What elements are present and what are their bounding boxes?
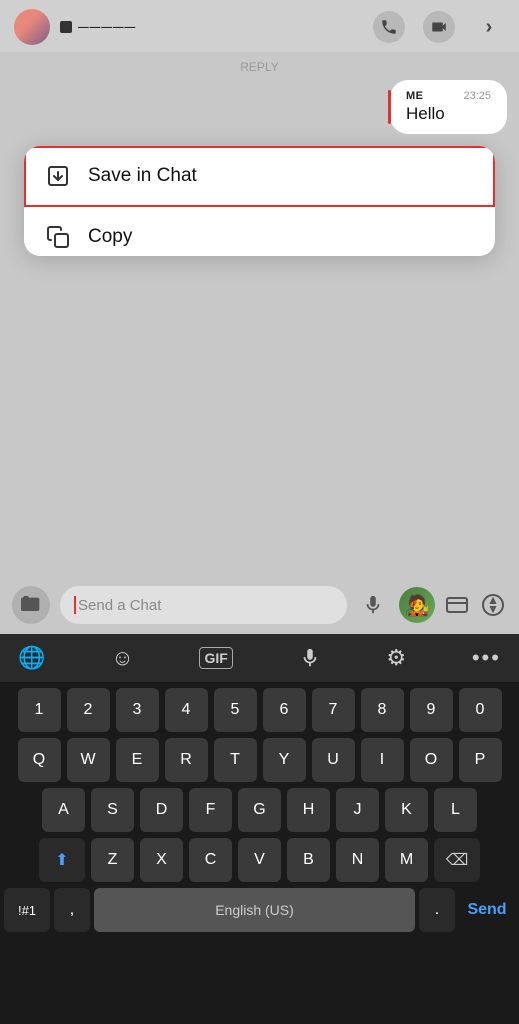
key-1[interactable]: 1 [18,688,61,732]
username-icon [60,21,72,33]
copy-icon [44,223,72,251]
right-icons: 🧑‍🎤 [399,587,507,623]
key-g[interactable]: G [238,788,281,832]
key-a[interactable]: A [42,788,85,832]
chat-area: REPLY ME 23:25 Hello Save in Chat [0,52,519,272]
message-meta: ME 23:25 [406,90,491,102]
kb-mic-icon[interactable] [299,647,321,669]
zxcv-row: ⬆ Z X C V B N M ⌫ [4,838,515,882]
key-y[interactable]: Y [263,738,306,782]
key-c[interactable]: C [189,838,232,882]
top-bar-left: ───── [14,9,136,45]
key-b[interactable]: B [287,838,330,882]
key-v[interactable]: V [238,838,281,882]
reply-label: REPLY [12,60,507,74]
cursor [74,596,76,614]
context-menu-item-save-in-chat[interactable]: Save in Chat [24,146,495,207]
context-menu: Save in Chat Copy [24,146,495,256]
key-q[interactable]: Q [18,738,61,782]
key-i[interactable]: I [361,738,404,782]
comma-key[interactable]: , [54,888,90,932]
key-x[interactable]: X [140,838,183,882]
settings-icon[interactable]: ⚙ [386,645,406,671]
mic-button[interactable] [357,589,389,621]
key-o[interactable]: O [410,738,453,782]
bitmoji-button[interactable]: 🧑‍🎤 [399,587,435,623]
key-5[interactable]: 5 [214,688,257,732]
sym-key[interactable]: !#1 [4,888,50,932]
key-h[interactable]: H [287,788,330,832]
gif-icon[interactable]: GIF [199,647,232,669]
key-u[interactable]: U [312,738,355,782]
save-in-chat-icon [44,162,72,190]
number-row: 1 2 3 4 5 6 7 8 9 0 [4,688,515,732]
message-accent-bar [388,90,391,124]
key-6[interactable]: 6 [263,688,306,732]
key-k[interactable]: K [385,788,428,832]
key-9[interactable]: 9 [410,688,453,732]
key-l[interactable]: L [434,788,477,832]
input-bar: Send a Chat 🧑‍🎤 [0,576,519,634]
save-in-chat-label: Save in Chat [88,165,197,187]
more-icon[interactable]: ••• [472,645,501,671]
top-bar: ───── › [0,0,519,52]
shift-key[interactable]: ⬆ [39,838,85,882]
username-block: ───── [60,19,136,36]
context-menu-item-copy[interactable]: Copy [24,207,495,256]
phone-button[interactable] [373,11,405,43]
card-button[interactable] [443,591,471,619]
camera-button[interactable] [12,586,50,624]
key-d[interactable]: D [140,788,183,832]
keyboard-toolbar: 🌐 ☺ GIF ⚙ ••• [0,634,519,682]
key-3[interactable]: 3 [116,688,159,732]
key-2[interactable]: 2 [67,688,110,732]
key-0[interactable]: 0 [459,688,502,732]
username-text: ───── [78,19,136,36]
key-w[interactable]: W [67,738,110,782]
rocket-button[interactable] [479,591,507,619]
top-bar-right: › [373,11,505,43]
chevron-button[interactable]: › [473,11,505,43]
avatar[interactable] [14,9,50,45]
key-f[interactable]: F [189,788,232,832]
message-bubble: ME 23:25 Hello [390,80,507,134]
qwerty-row: Q W E R T Y U I O P [4,738,515,782]
key-s[interactable]: S [91,788,134,832]
key-p[interactable]: P [459,738,502,782]
key-n[interactable]: N [336,838,379,882]
emoji-icon[interactable]: 🌐 [18,645,45,671]
space-key[interactable]: English (US) [94,888,415,932]
message-text: Hello [406,104,491,124]
chat-placeholder: Send a Chat [78,597,161,614]
chevron-icon: › [486,16,493,39]
keyboard: 🌐 ☺ GIF ⚙ ••• 1 2 3 4 5 6 7 8 9 0 Q W E [0,634,519,1024]
key-t[interactable]: T [214,738,257,782]
smiley-icon[interactable]: ☺ [111,645,133,671]
message-container: ME 23:25 Hello [12,80,507,134]
video-button[interactable] [423,11,455,43]
message-time: 23:25 [463,90,491,102]
chat-input[interactable]: Send a Chat [60,586,347,624]
key-8[interactable]: 8 [361,688,404,732]
copy-label: Copy [88,226,132,248]
message-sender: ME [406,90,424,102]
key-z[interactable]: Z [91,838,134,882]
key-e[interactable]: E [116,738,159,782]
key-7[interactable]: 7 [312,688,355,732]
asdf-row: A S D F G H J K L [4,788,515,832]
backspace-key[interactable]: ⌫ [434,838,480,882]
bottom-row: !#1 , English (US) . Send [4,888,515,932]
key-4[interactable]: 4 [165,688,208,732]
key-m[interactable]: M [385,838,428,882]
send-key[interactable]: Send [459,888,515,932]
key-j[interactable]: J [336,788,379,832]
key-r[interactable]: R [165,738,208,782]
period-key[interactable]: . [419,888,455,932]
keyboard-keys: 1 2 3 4 5 6 7 8 9 0 Q W E R T Y U I O P … [0,682,519,944]
